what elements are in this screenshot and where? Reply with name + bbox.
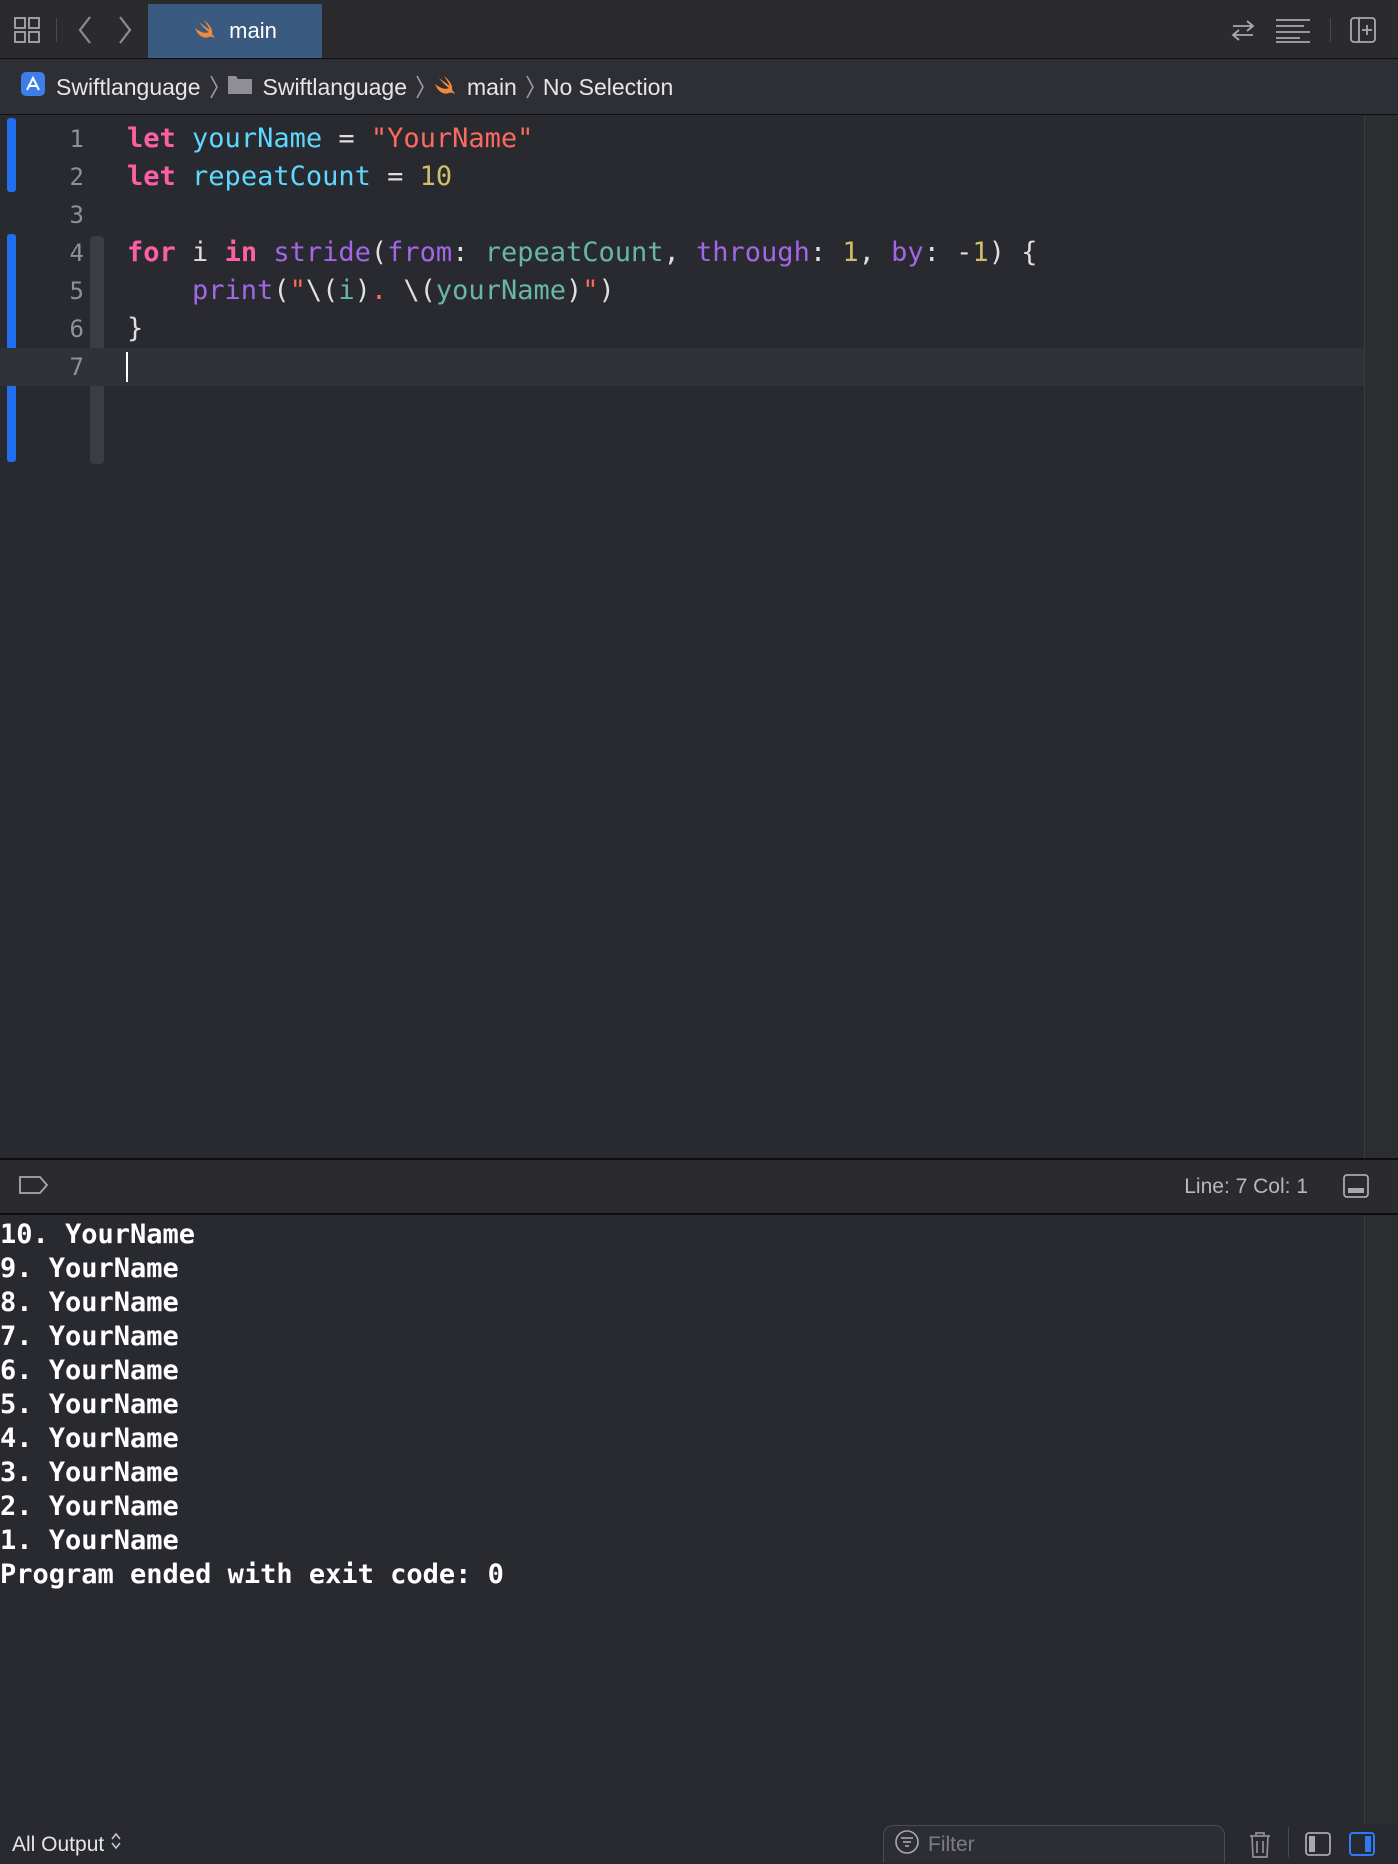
breadcrumb-folder[interactable]: Swiftlanguage <box>227 73 408 101</box>
folder-icon <box>227 73 253 101</box>
chevron-right-icon <box>209 74 219 100</box>
breadcrumb-file[interactable]: main <box>433 74 517 101</box>
chevron-right-icon <box>415 74 425 100</box>
breadcrumb-project-label: Swiftlanguage <box>56 73 201 100</box>
code-line[interactable]: 5 print("\(i). \(yourName)") <box>0 272 1364 310</box>
tab-label: main <box>229 18 277 43</box>
code-editor[interactable]: 1 let yourName = "YourName" 2 let repeatCou… <box>0 116 1364 1158</box>
code-text: let repeatCount = 10 <box>127 161 453 192</box>
breadcrumb-file-label: main <box>467 73 517 100</box>
breadcrumb-project[interactable]: Swiftlanguage <box>20 71 201 103</box>
divider <box>1288 1827 1289 1857</box>
filter-input[interactable] <box>928 1832 1198 1857</box>
trash-icon[interactable] <box>1248 1831 1272 1864</box>
line-number: 3 <box>69 201 84 229</box>
console-line: 6. YourName <box>0 1355 179 1386</box>
divider <box>56 18 57 42</box>
console-line: 10. YourName <box>0 1219 196 1250</box>
hide-console-icon[interactable] <box>1342 1173 1370 1204</box>
console-output[interactable]: 10. YourName 9. YourName 8. YourName 7. You… <box>0 1215 1364 1825</box>
show-console-view-icon[interactable] <box>1348 1831 1376 1862</box>
console-line: 5. YourName <box>0 1389 179 1420</box>
line-number: 4 <box>69 239 84 267</box>
jump-bar: Swiftlanguage Swiftlanguage main No Sele… <box>0 60 1398 115</box>
tab-main[interactable]: main <box>148 4 322 58</box>
output-mode-label: All Output <box>12 1833 105 1856</box>
line-number: 5 <box>69 277 84 305</box>
chevron-right-icon <box>525 74 535 100</box>
line-number: 2 <box>69 163 84 191</box>
line-column-indicator: Line: 7 Col: 1 <box>1184 1175 1308 1198</box>
console-line: 2. YourName <box>0 1491 179 1522</box>
code-line[interactable]: 7 <box>0 348 1364 386</box>
breakpoint-tag-icon[interactable] <box>18 1173 50 1202</box>
console-bottom-bar: All Output <box>0 1825 1398 1864</box>
console-line: 1. YourName <box>0 1525 179 1556</box>
line-number: 6 <box>69 315 84 343</box>
swap-icon[interactable] <box>1226 0 1260 59</box>
forward-icon[interactable] <box>110 0 140 59</box>
line-number: 7 <box>69 353 84 381</box>
editor-scrollbar[interactable] <box>1364 116 1398 1158</box>
code-text: print("\(i). \(yourName)") <box>192 275 615 306</box>
code-text: } <box>127 313 144 344</box>
text-cursor <box>126 352 128 382</box>
output-mode-select[interactable]: All Output <box>12 1825 122 1864</box>
breadcrumb-selection[interactable]: No Selection <box>543 74 673 101</box>
code-line[interactable]: 2 let repeatCount = 10 <box>0 158 1364 196</box>
debug-bar: Line: 7 Col: 1 <box>0 1158 1398 1215</box>
code-line[interactable]: 1 let yourName = "YourName" <box>0 120 1364 158</box>
line-number: 1 <box>69 125 84 153</box>
divider <box>1330 18 1331 42</box>
tab-bar: main <box>0 0 1398 59</box>
console-line: 7. YourName <box>0 1321 179 1352</box>
filter-field[interactable] <box>883 1825 1225 1863</box>
console-scrollbar[interactable] <box>1364 1215 1398 1825</box>
console-line: 4. YourName <box>0 1423 179 1454</box>
add-editor-icon[interactable] <box>1346 0 1380 59</box>
breadcrumb-folder-label: Swiftlanguage <box>262 73 408 100</box>
code-text: for i in stride(from: repeatCount, throu… <box>127 237 1038 268</box>
xcode-project-icon <box>20 71 46 103</box>
show-variables-view-icon[interactable] <box>1304 1831 1332 1862</box>
console-line: Program ended with exit code: 0 <box>0 1559 504 1590</box>
console-line: 9. YourName <box>0 1253 179 1284</box>
swift-icon <box>433 74 457 101</box>
code-line[interactable]: 6} <box>0 310 1364 348</box>
swift-icon <box>193 19 217 44</box>
console-line: 3. YourName <box>0 1457 179 1488</box>
lines-icon[interactable] <box>1272 0 1314 59</box>
code-text: let yourName = "YourName" <box>127 123 534 154</box>
code-line[interactable]: 4 for i in stride(from: repeatCount, thro… <box>0 234 1364 272</box>
back-icon[interactable] <box>70 0 100 59</box>
console-line: 8. YourName <box>0 1287 179 1318</box>
updown-chevron-icon <box>110 1825 122 1864</box>
grid-icon[interactable] <box>10 0 44 59</box>
filter-icon <box>894 1829 920 1860</box>
breadcrumb-selection-label: No Selection <box>542 73 674 100</box>
code-line[interactable]: 3 <box>0 196 1364 234</box>
